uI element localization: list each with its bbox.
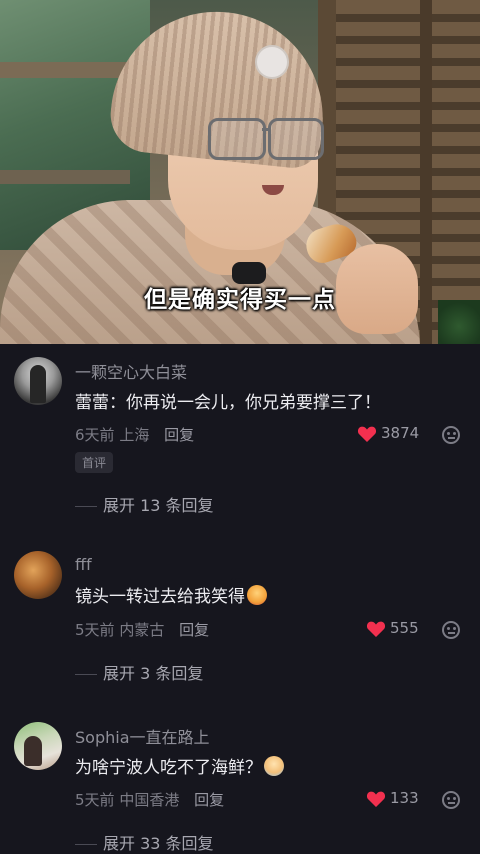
like-count: 133 [390,789,419,807]
like-count: 555 [390,619,419,637]
video-subtitle: 但是确实得买一点 [144,287,336,313]
comment-meta: 5天前 中国香港 回复 [75,789,224,810]
comment-text-content: 为啥宁波人吃不了海鲜？ [75,758,262,778]
comment-location: 内蒙古 [119,621,165,639]
comment-username[interactable]: fff [75,555,92,574]
comment-location: 中国香港 [119,791,180,809]
expand-replies-button[interactable]: 展开 3 条回复 [75,660,203,684]
comment-text[interactable]: 蕾蕾：你再说一会儿，你兄弟要撑三了！ [75,388,381,413]
heart-icon[interactable] [366,620,386,638]
comment-list[interactable]: 一颗空心大白菜 蕾蕾：你再说一会儿，你兄弟要撑三了！ 6天前 上海 回复 387… [0,344,480,853]
background-beam [0,62,130,78]
heart-icon[interactable] [366,790,386,808]
comment-meta: 6天前 上海 回复 [75,424,194,445]
dislike-face-icon[interactable] [442,621,460,639]
expand-replies-button[interactable]: 展开 13 条回复 [75,492,214,516]
divider-line [75,506,97,507]
comment-time: 5天前 [75,791,115,809]
comment-text[interactable]: 为啥宁波人吃不了海鲜？ [75,753,284,778]
comment-item: fff 镜头一转过去给我笑得 5天前 内蒙古 回复 555 展开 3 条回复 [0,540,480,700]
comment-time: 5天前 [75,621,115,639]
dislike-face-icon[interactable] [442,426,460,444]
divider-line [75,674,97,675]
expand-replies-label: 展开 13 条回复 [103,496,214,515]
glasses-lens-right [268,118,324,160]
avatar[interactable] [14,357,62,405]
beanie-badge [255,45,289,79]
comment-item: Sophia一直在路上 为啥宁波人吃不了海鲜？ 5天前 中国香港 回复 133 … [0,710,480,853]
glasses-lens-left [208,118,266,160]
reply-button[interactable]: 回复 [164,426,194,444]
expand-replies-label: 展开 33 条回复 [103,834,214,853]
comment-username[interactable]: 一颗空心大白菜 [75,359,187,383]
comment-item: 一颗空心大白菜 蕾蕾：你再说一会儿，你兄弟要撑三了！ 6天前 上海 回复 387… [0,344,480,524]
crying-emoji-icon [264,756,284,776]
comment-username[interactable]: Sophia一直在路上 [75,724,210,748]
avatar[interactable] [14,551,62,599]
reply-button[interactable]: 回复 [179,621,209,639]
reply-button[interactable]: 回复 [194,791,224,809]
background-beam [0,170,130,184]
glasses-bridge [262,128,270,131]
dislike-face-icon[interactable] [442,791,460,809]
like-count: 3874 [381,424,420,442]
first-comment-badge: 首评 [75,452,114,473]
comment-meta: 5天前 内蒙古 回复 [75,619,209,640]
comment-time: 6天前 [75,426,115,444]
heart-icon[interactable] [357,425,377,443]
laugh-emoji-icon [247,585,267,605]
expand-replies-label: 展开 3 条回复 [103,664,204,683]
avatar[interactable] [14,722,62,770]
comment-location: 上海 [119,426,150,444]
comment-text-content: 镜头一转过去给我笑得 [75,587,245,607]
comment-text[interactable]: 镜头一转过去给我笑得 [75,582,267,607]
video-player[interactable]: 但是确实得买一点 [0,0,480,344]
divider-line [75,844,97,845]
expand-replies-button[interactable]: 展开 33 条回复 [75,830,214,854]
